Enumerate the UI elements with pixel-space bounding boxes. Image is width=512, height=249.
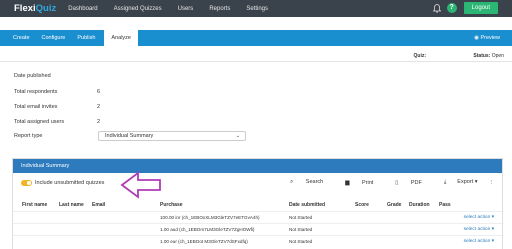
toggle-label: Include unsubmitted quizzes xyxy=(35,180,105,186)
col-duration[interactable]: Duration xyxy=(409,202,430,208)
col-first-name[interactable]: First name xyxy=(22,202,47,208)
row1-select-action[interactable]: select action ▾ xyxy=(464,215,494,220)
date-published-label: Date published xyxy=(14,73,51,79)
preview-link[interactable]: ◉ Preview xyxy=(474,30,500,46)
row-divider xyxy=(13,235,504,236)
status-value: Open xyxy=(491,53,504,59)
pdf-button[interactable]: ▯ PDF xyxy=(384,180,422,186)
search-icon: ⌕ xyxy=(290,179,294,185)
more-icon[interactable]: ⋮ xyxy=(489,180,495,186)
col-last-name[interactable]: Last name xyxy=(59,202,84,208)
status-label: Status: xyxy=(473,53,491,59)
total-respondents-label: Total respondents xyxy=(14,89,58,95)
print-button[interactable]: ▆ Print xyxy=(334,180,373,186)
individual-summary-panel: Individual Summary Include unsubmitted q… xyxy=(12,158,504,249)
nav-assigned-quizzes[interactable]: Assigned Quizzes xyxy=(114,6,162,12)
report-type-select[interactable]: Individual Summary ⌄ xyxy=(98,131,246,141)
report-type-label: Report type xyxy=(14,133,43,139)
row2-purchase: 1.00 aud (ch_1EBOm7LM3GleTZV7ZgHOWfi) xyxy=(160,227,255,232)
export-button[interactable]: ⤓ Export ▾ xyxy=(433,179,478,186)
unsubmitted-toggle[interactable] xyxy=(21,180,32,186)
col-score[interactable]: Score xyxy=(355,202,369,208)
tab-publish[interactable]: Publish xyxy=(77,30,95,46)
col-date-submitted[interactable]: Date submitted xyxy=(289,202,325,208)
report-type-value: Individual Summary xyxy=(105,133,154,139)
chevron-down-icon: ⌄ xyxy=(235,133,240,139)
total-assigned-users-value: 2 xyxy=(97,119,101,125)
search-button[interactable]: ⌕ Search xyxy=(279,179,323,186)
row3-date: Not Started xyxy=(289,239,313,244)
pdf-icon: ▯ xyxy=(395,179,399,186)
quiz-label: Quiz: xyxy=(413,53,427,59)
row1-date: Not Started xyxy=(289,215,313,220)
bell-icon[interactable] xyxy=(432,3,441,13)
annotation-arrow-icon xyxy=(120,171,161,199)
panel-toolbar: Include unsubmitted quizzes ⌕ Search ▆ P… xyxy=(13,173,502,193)
total-respondents-value: 6 xyxy=(97,89,101,95)
panel-title: Individual Summary xyxy=(13,159,502,173)
quiz-tabs-bar: Create Configure Publish Analyze ◉ Previ… xyxy=(0,30,512,46)
nav-settings[interactable]: Settings xyxy=(246,6,268,12)
nav-reports[interactable]: Reports xyxy=(209,6,230,12)
total-assigned-users-label: Total assigned users xyxy=(14,119,65,125)
top-navbar: FlexiQuiz Dashboard Assigned Quizzes Use… xyxy=(0,0,512,17)
total-email-invites-label: Total email invites xyxy=(14,104,58,110)
help-icon[interactable]: ? xyxy=(446,3,457,13)
col-purchase[interactable]: Purchase xyxy=(160,202,183,208)
app-logo[interactable]: FlexiQuiz xyxy=(14,3,56,14)
nav-dashboard[interactable]: Dashboard xyxy=(68,6,97,12)
row3-select-action[interactable]: select action ▾ xyxy=(464,239,494,244)
quiz-status-line: Quiz: Status: Open xyxy=(414,53,504,59)
row2-select-action[interactable]: select action ▾ xyxy=(464,227,494,232)
row-divider xyxy=(13,211,504,212)
logout-button[interactable]: Logout xyxy=(463,2,498,14)
col-grade[interactable]: Grade xyxy=(387,202,401,208)
total-email-invites-value: 2 xyxy=(97,104,101,110)
main-nav: Dashboard Assigned Quizzes Users Reports… xyxy=(68,6,284,12)
tab-create[interactable]: Create xyxy=(13,30,30,46)
row2-date: Not Started xyxy=(289,227,313,232)
row-divider xyxy=(13,223,504,224)
download-icon: ⤓ xyxy=(443,179,447,185)
divider xyxy=(0,61,512,62)
tab-analyze[interactable]: Analyze xyxy=(104,30,138,46)
row3-purchase: 1.00 eur (ch_1EBOot M3GleTZV7dSFxdfq) xyxy=(160,239,248,244)
print-icon: ▆ xyxy=(345,179,350,186)
row1-purchase: 100.00 inr (ch_1EBOxXLM3GleTZV7eETGvA4h) xyxy=(160,215,260,220)
col-email[interactable]: Email xyxy=(92,202,105,208)
tab-configure[interactable]: Configure xyxy=(42,30,66,46)
nav-users[interactable]: Users xyxy=(178,6,194,12)
col-pass[interactable]: Pass xyxy=(439,202,451,208)
